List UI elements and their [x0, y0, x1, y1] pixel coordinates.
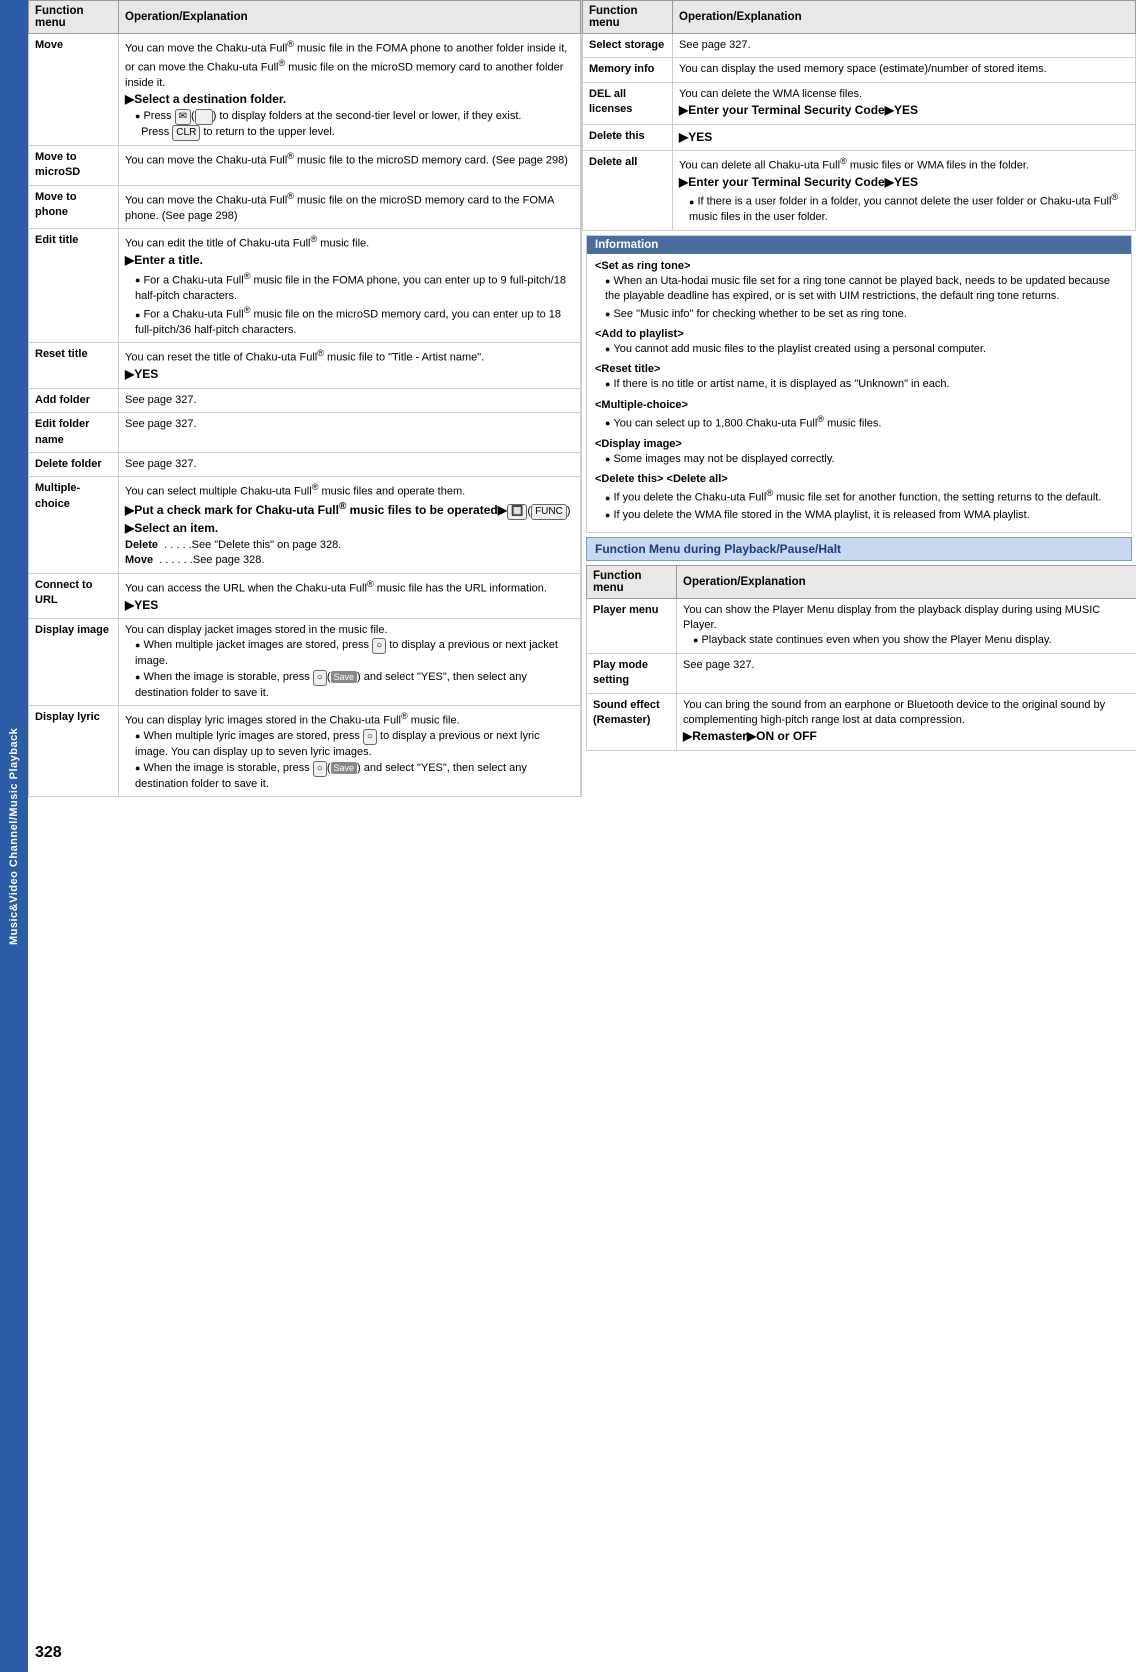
func-desc-delete-this: ▶YES: [673, 124, 1136, 150]
table-row: Add folder See page 327.: [29, 388, 581, 412]
func-name-play-mode: Play mode setting: [587, 653, 677, 693]
table-row: DEL all licenses You can delete the WMA …: [583, 82, 1136, 124]
func-desc-move-phone: You can move the Chaku-uta Full® music f…: [119, 185, 581, 228]
table-row: Move You can move the Chaku-uta Full® mu…: [29, 34, 581, 146]
playback-function-table: Function menu Operation/Explanation Play…: [586, 565, 1136, 751]
func-desc-del-all-licenses: You can delete the WMA license files. ▶E…: [673, 82, 1136, 124]
two-column-layout: Function menu Operation/Explanation Move…: [28, 0, 1136, 797]
func-desc-delete-all: You can delete all Chaku-uta Full® music…: [673, 150, 1136, 230]
func-desc-play-mode: See page 327.: [677, 653, 1136, 693]
playback-section-title: Function Menu during Playback/Pause/Halt: [586, 537, 1132, 561]
func-desc-player-menu: You can show the Player Menu display fro…: [677, 598, 1136, 653]
main-content: Function menu Operation/Explanation Move…: [28, 0, 1136, 1672]
info-section-multiple-choice-heading: <Multiple-choice>: [595, 399, 1123, 411]
right-function-table: Function menu Operation/Explanation Sele…: [582, 0, 1136, 231]
func-name-move-microsd: Move to microSD: [29, 145, 119, 185]
playback-col-header-func: Function menu: [587, 565, 677, 598]
func-name-player-menu: Player menu: [587, 598, 677, 653]
func-name-select-storage: Select storage: [583, 34, 673, 58]
page-number: 328: [35, 1644, 62, 1662]
info-bullet-ring-tone-2: See "Music info" for checking whether to…: [595, 307, 1123, 322]
info-section-playlist-heading: <Add to playlist>: [595, 328, 1123, 340]
func-desc-connect-url: You can access the URL when the Chaku-ut…: [119, 573, 581, 618]
func-desc-display-image: You can display jacket images stored in …: [119, 619, 581, 706]
func-name-delete-folder: Delete folder: [29, 453, 119, 477]
table-row: Display image You can display jacket ima…: [29, 619, 581, 706]
information-box: Information <Set as ring tone> When an U…: [586, 235, 1132, 533]
func-desc-select-storage: See page 327.: [673, 34, 1136, 58]
info-bullet-display-image-1: Some images may not be displayed correct…: [595, 452, 1123, 467]
func-desc-add-folder: See page 327.: [119, 388, 581, 412]
func-desc-move: You can move the Chaku-uta Full® music f…: [119, 34, 581, 146]
func-desc-delete-folder: See page 327.: [119, 453, 581, 477]
func-name-edit-title: Edit title: [29, 229, 119, 343]
table-row: Memory info You can display the used mem…: [583, 58, 1136, 82]
table-row: Delete this ▶YES: [583, 124, 1136, 150]
info-bullet-ring-tone-1: When an Uta-hodai music file set for a r…: [595, 274, 1123, 305]
func-name-reset-title: Reset title: [29, 343, 119, 388]
left-col-header-op: Operation/Explanation: [119, 1, 581, 34]
right-column: Function menu Operation/Explanation Sele…: [582, 0, 1136, 797]
table-row: Move to phone You can move the Chaku-uta…: [29, 185, 581, 228]
func-desc-edit-folder: See page 327.: [119, 413, 581, 453]
func-name-connect-url: Connect to URL: [29, 573, 119, 618]
info-title: Information: [587, 236, 1131, 254]
func-name-edit-folder: Edit folder name: [29, 413, 119, 453]
left-col-header-func: Function menu: [29, 1, 119, 34]
info-section-ring-tone-heading: <Set as ring tone>: [595, 260, 1123, 272]
left-function-table: Function menu Operation/Explanation Move…: [28, 0, 581, 797]
func-name-move: Move: [29, 34, 119, 146]
table-row: Connect to URL You can access the URL wh…: [29, 573, 581, 618]
sidebar: Music&Video Channel/Music Playback: [0, 0, 28, 1672]
info-bullet-playlist-1: You cannot add music files to the playli…: [595, 342, 1123, 357]
func-name-del-all-licenses: DEL all licenses: [583, 82, 673, 124]
table-row: Edit folder name See page 327.: [29, 413, 581, 453]
table-row: Play mode setting See page 327.: [587, 653, 1136, 693]
table-row: Move to microSD You can move the Chaku-u…: [29, 145, 581, 185]
func-desc-multiple-choice: You can select multiple Chaku-uta Full® …: [119, 477, 581, 573]
sidebar-label: Music&Video Channel/Music Playback: [8, 727, 20, 944]
info-section-reset-title-heading: <Reset title>: [595, 363, 1123, 375]
table-row: Edit title You can edit the title of Cha…: [29, 229, 581, 343]
func-name-sound-effect: Sound effect (Remaster): [587, 693, 677, 750]
table-row: Player menu You can show the Player Menu…: [587, 598, 1136, 653]
right-col-header-op: Operation/Explanation: [673, 1, 1136, 34]
info-bullet-delete-1: If you delete the Chaku-uta Full® music …: [595, 487, 1123, 506]
table-row: Delete folder See page 327.: [29, 453, 581, 477]
func-name-display-lyric: Display lyric: [29, 706, 119, 797]
left-column: Function menu Operation/Explanation Move…: [28, 0, 582, 797]
right-col-header-func: Function menu: [583, 1, 673, 34]
func-name-add-folder: Add folder: [29, 388, 119, 412]
func-name-delete-this: Delete this: [583, 124, 673, 150]
func-name-display-image: Display image: [29, 619, 119, 706]
func-desc-reset-title: You can reset the title of Chaku-uta Ful…: [119, 343, 581, 388]
table-row: Reset title You can reset the title of C…: [29, 343, 581, 388]
table-row: Select storage See page 327.: [583, 34, 1136, 58]
table-row: Delete all You can delete all Chaku-uta …: [583, 150, 1136, 230]
table-row: Sound effect (Remaster) You can bring th…: [587, 693, 1136, 750]
func-desc-display-lyric: You can display lyric images stored in t…: [119, 706, 581, 797]
func-desc-move-microsd: You can move the Chaku-uta Full® music f…: [119, 145, 581, 185]
func-name-delete-all: Delete all: [583, 150, 673, 230]
table-row: Display lyric You can display lyric imag…: [29, 706, 581, 797]
info-section-display-image-heading: <Display image>: [595, 438, 1123, 450]
info-bullet-multiple-choice-1: You can select up to 1,800 Chaku-uta Ful…: [595, 413, 1123, 432]
playback-col-header-op: Operation/Explanation: [677, 565, 1136, 598]
info-section-delete-heading: <Delete this> <Delete all>: [595, 473, 1123, 485]
func-desc-memory-info: You can display the used memory space (e…: [673, 58, 1136, 82]
func-name-move-phone: Move to phone: [29, 185, 119, 228]
func-desc-edit-title: You can edit the title of Chaku-uta Full…: [119, 229, 581, 343]
func-name-memory-info: Memory info: [583, 58, 673, 82]
info-bullet-reset-title-1: If there is no title or artist name, it …: [595, 377, 1123, 392]
func-desc-sound-effect: You can bring the sound from an earphone…: [677, 693, 1136, 750]
table-row: Multiple-choice You can select multiple …: [29, 477, 581, 573]
info-bullet-delete-2: If you delete the WMA file stored in the…: [595, 508, 1123, 523]
func-name-multiple-choice: Multiple-choice: [29, 477, 119, 573]
